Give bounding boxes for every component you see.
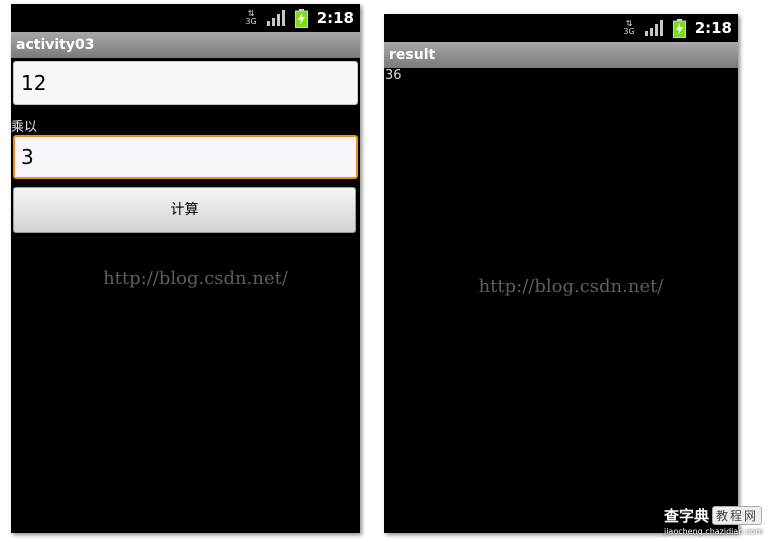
- number2-input[interactable]: 3: [13, 135, 358, 179]
- battery-charging-icon: [294, 8, 308, 28]
- app-title-bar: result: [384, 42, 738, 68]
- phone-screen-left: ⇅ 3G 2:18 activity03 12 乘以 3 计算 http://bl…: [11, 4, 360, 533]
- network-3g-icon: ⇅ 3G: [245, 9, 257, 26]
- signal-icon: [266, 10, 285, 26]
- site-logo: 查字典 教程网 jiaocheng.chazidian.com: [664, 505, 763, 536]
- result-value: 36: [385, 68, 402, 83]
- watermark-text: http://blog.csdn.net/: [103, 268, 288, 289]
- status-time: 2:18: [694, 19, 732, 37]
- multiply-label: 乘以: [11, 120, 38, 135]
- logo-tag: 教程网: [711, 506, 762, 525]
- phone-screen-right: ⇅ 3G 2:18 result 36 http://blog.csdn.net/: [384, 14, 738, 533]
- status-bar: ⇅ 3G 2:18: [11, 4, 360, 32]
- number1-input[interactable]: 12: [13, 61, 358, 105]
- signal-icon: [644, 20, 663, 36]
- network-3g-icon: ⇅ 3G: [623, 19, 635, 36]
- status-bar: ⇅ 3G 2:18: [384, 14, 738, 42]
- logo-brand: 查字典: [663, 507, 709, 525]
- logo-url: jiaocheng.chazidian.com: [663, 527, 763, 536]
- calculate-button[interactable]: 计算: [13, 187, 356, 233]
- watermark-text: http://blog.csdn.net/: [478, 276, 664, 297]
- app-title-bar: activity03: [11, 32, 360, 58]
- battery-charging-icon: [672, 18, 686, 38]
- status-time: 2:18: [316, 9, 354, 27]
